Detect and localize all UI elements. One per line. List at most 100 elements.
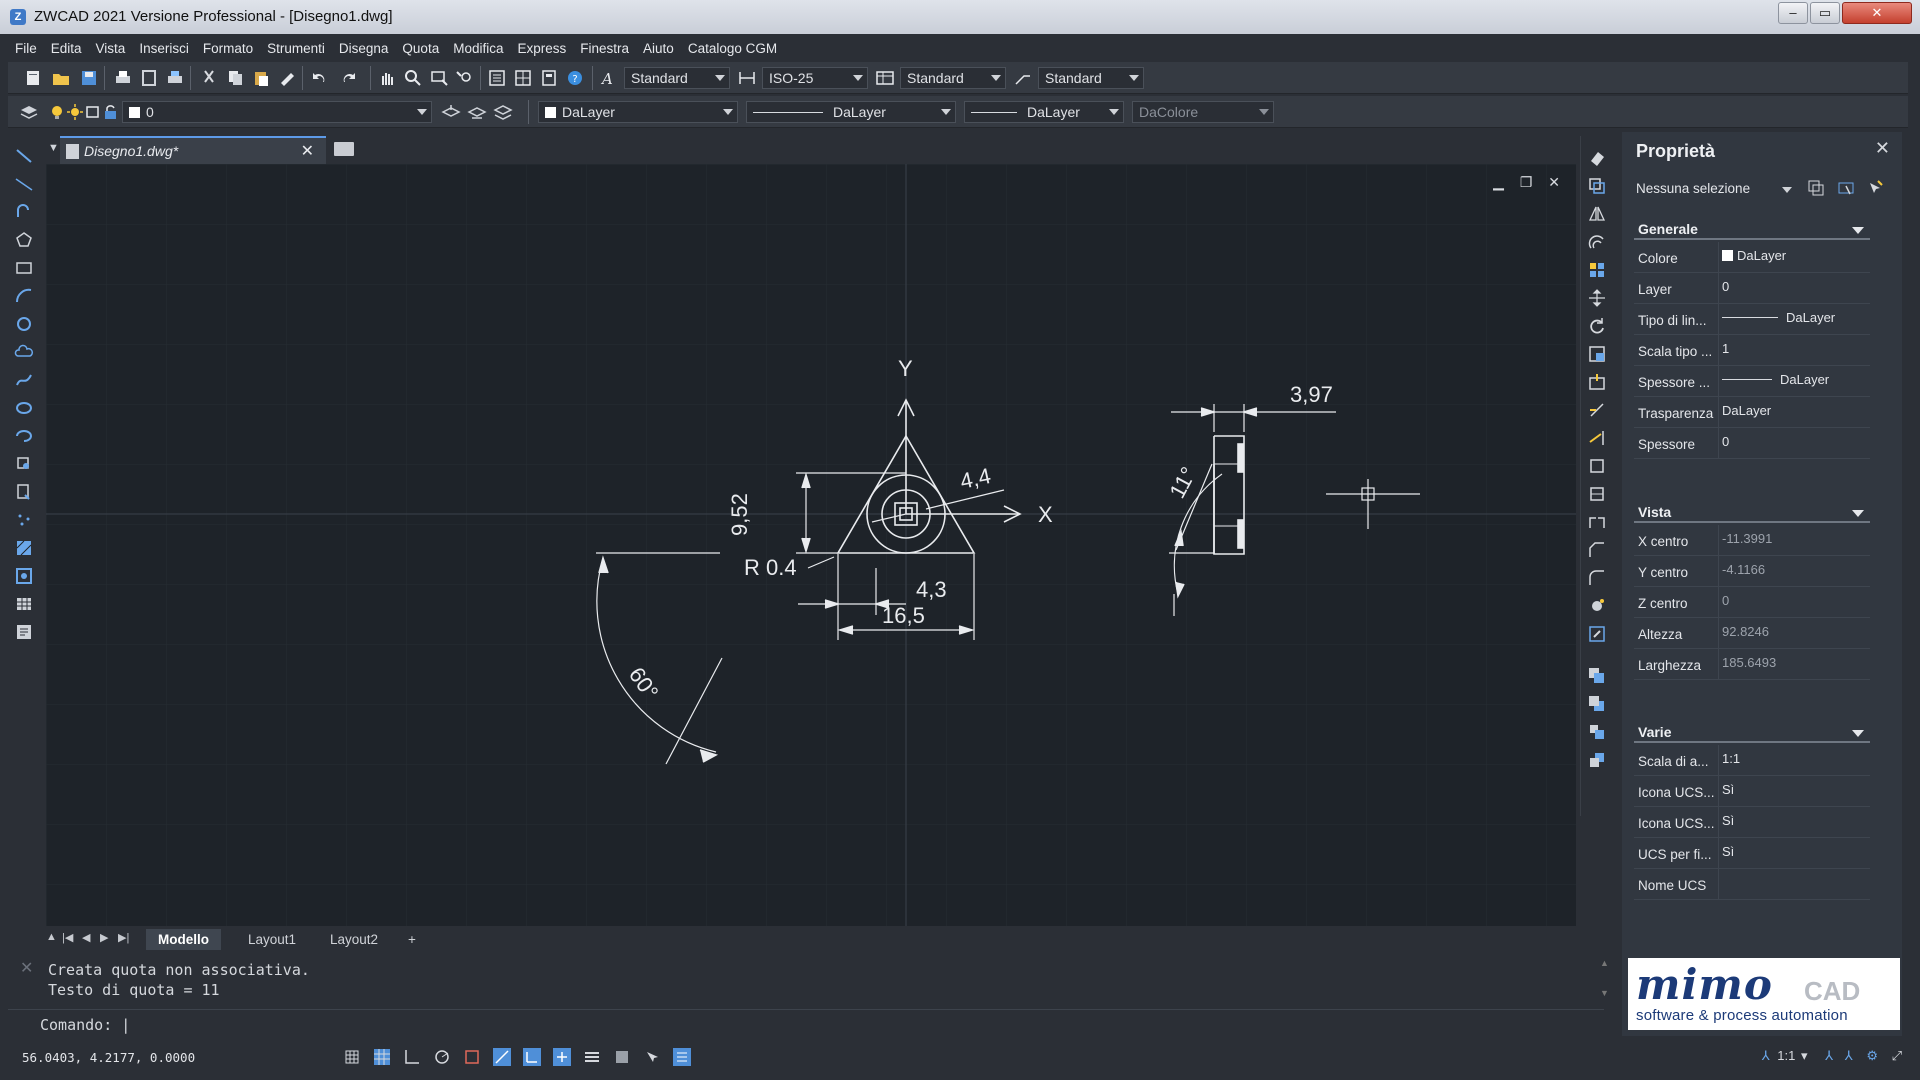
section-collapse-icon[interactable] (1852, 227, 1864, 234)
selection-select[interactable]: Nessuna selezione (1636, 178, 1796, 200)
erase-icon[interactable] (1587, 148, 1607, 168)
menu-edita[interactable]: Edita (44, 37, 89, 56)
property-row[interactable]: Trasparenza DaLayer (1634, 397, 1870, 428)
undo-icon[interactable] (308, 68, 330, 88)
break-icon[interactable] (1587, 484, 1607, 504)
layout-next-icon[interactable]: ▶ (100, 931, 108, 944)
section-generale[interactable]: Generale (1634, 218, 1870, 240)
layout-prev-icon[interactable]: ◀ (82, 931, 90, 944)
send-under-icon[interactable] (1587, 750, 1607, 770)
menu-finestra[interactable]: Finestra (573, 37, 636, 56)
layout-first-icon[interactable]: |◀ (62, 931, 73, 944)
zoom-previous-icon[interactable] (454, 68, 476, 88)
dynamic-input-icon[interactable] (552, 1047, 572, 1067)
break-at-point-icon[interactable] (1587, 456, 1607, 476)
quick-select-icon[interactable] (1866, 178, 1886, 198)
polar-tracking-icon[interactable] (432, 1047, 452, 1067)
insert-block-icon[interactable] (14, 454, 34, 474)
property-row[interactable]: Larghezza 185.6493 (1634, 649, 1870, 680)
toggle-pickadd-icon[interactable] (1806, 178, 1826, 198)
command-input[interactable]: Comando: | (8, 1009, 1604, 1037)
menu-aiuto[interactable]: Aiuto (636, 37, 681, 56)
multileader-style-icon[interactable] (1012, 68, 1034, 88)
properties-icon[interactable] (486, 68, 508, 88)
tab-disegno1[interactable]: Disegno1.dwg* ✕ (60, 136, 326, 164)
plot-style-select[interactable]: DaColore (1132, 101, 1274, 123)
viewport-close-icon[interactable]: ✕ (1548, 174, 1560, 190)
fullscreen-icon[interactable]: ⤢ (1892, 1048, 1902, 1063)
table-icon[interactable] (14, 594, 34, 614)
chamfer-icon[interactable] (1587, 540, 1607, 560)
lineweight-select[interactable]: DaLayer (964, 101, 1124, 123)
property-row[interactable]: Colore DaLayer (1634, 242, 1870, 273)
property-row[interactable]: Icona UCS... Sì (1634, 776, 1870, 807)
color-select[interactable]: DaLayer (538, 101, 738, 123)
print-icon[interactable] (112, 68, 134, 88)
grid-display-icon[interactable] (372, 1047, 392, 1067)
save-icon[interactable] (78, 68, 100, 88)
property-row[interactable]: Altezza 92.8246 (1634, 618, 1870, 649)
zoom-window-icon[interactable] (428, 68, 450, 88)
scale-icon[interactable] (1587, 344, 1607, 364)
send-to-back-icon[interactable] (1587, 694, 1607, 714)
paste-icon[interactable] (250, 68, 272, 88)
dynamic-ucs-icon[interactable] (522, 1047, 542, 1067)
dim-style-select[interactable]: ISO-25 (762, 67, 868, 89)
ortho-icon[interactable] (402, 1047, 422, 1067)
construction-line-icon[interactable] (14, 174, 34, 194)
fillet-icon[interactable] (1587, 568, 1607, 588)
annotation-scale-icon[interactable]: ⅄ (1762, 1048, 1770, 1063)
annotation-visibility-icon[interactable]: ⅄ (1825, 1048, 1833, 1063)
layer-select[interactable]: 0 (122, 101, 432, 123)
spline-icon[interactable] (14, 370, 34, 390)
close-button[interactable]: ✕ (1842, 2, 1912, 24)
tab-close-icon[interactable]: ✕ (301, 141, 314, 161)
section-collapse-icon[interactable] (1852, 730, 1864, 737)
stretch-icon[interactable] (1587, 372, 1607, 392)
move-icon[interactable] (1587, 288, 1607, 308)
rotate-icon[interactable] (1587, 316, 1607, 336)
properties-close-icon[interactable]: ✕ (1875, 138, 1890, 159)
publish-icon[interactable] (164, 68, 186, 88)
text-style-select[interactable]: Standard (624, 67, 730, 89)
edit-block-icon[interactable] (1587, 624, 1607, 644)
object-snap-tracking-icon[interactable] (492, 1047, 512, 1067)
zoom-realtime-icon[interactable] (402, 68, 424, 88)
hatch-icon[interactable] (14, 538, 34, 558)
menu-quota[interactable]: Quota (395, 37, 446, 56)
bring-above-icon[interactable] (1587, 722, 1607, 742)
layer-lock-icon[interactable] (100, 102, 122, 122)
print-preview-icon[interactable] (138, 68, 160, 88)
menu-inserisci[interactable]: Inserisci (132, 37, 196, 56)
section-collapse-icon[interactable] (1852, 510, 1864, 517)
menu-disegna[interactable]: Disegna (332, 37, 396, 56)
maximize-button[interactable]: ▭ (1810, 2, 1840, 24)
scale-dropdown-icon[interactable]: ▾ (1801, 1048, 1808, 1063)
circle-icon[interactable] (14, 314, 34, 334)
copy-object-icon[interactable] (1587, 176, 1607, 196)
property-row[interactable]: Icona UCS... Sì (1634, 807, 1870, 838)
polyline-icon[interactable] (14, 202, 34, 222)
join-icon[interactable] (1587, 512, 1607, 532)
trim-icon[interactable] (1587, 400, 1607, 420)
rectangle-icon[interactable] (14, 258, 34, 278)
tab-layout2[interactable]: Layout2 (318, 929, 390, 950)
layout-last-icon[interactable]: ▶| (118, 931, 129, 944)
offset-icon[interactable] (1587, 232, 1607, 252)
polygon-icon[interactable] (14, 230, 34, 250)
drawing-canvas[interactable]: Y X 9,52 4,4 R 0.4 4,3 16,5 60° 3,97 11°… (46, 164, 1576, 926)
extend-icon[interactable] (1587, 428, 1607, 448)
lineweight-toggle-icon[interactable] (582, 1047, 602, 1067)
menu-vista[interactable]: Vista (89, 37, 133, 56)
object-snap-icon[interactable] (462, 1047, 482, 1067)
pan-hand-icon[interactable] (376, 68, 398, 88)
mirror-icon[interactable] (1587, 204, 1607, 224)
auto-scale-icon[interactable]: ⅄ (1845, 1048, 1853, 1063)
layer-states-icon[interactable] (492, 102, 514, 122)
help-icon[interactable]: ? (564, 68, 586, 88)
text-style-icon[interactable]: A (598, 68, 620, 88)
linetype-select[interactable]: DaLayer (746, 101, 956, 123)
tool-palettes-icon[interactable] (538, 68, 560, 88)
cut-icon[interactable] (198, 68, 220, 88)
annotation-scale-value[interactable]: 1:1 (1777, 1048, 1795, 1063)
